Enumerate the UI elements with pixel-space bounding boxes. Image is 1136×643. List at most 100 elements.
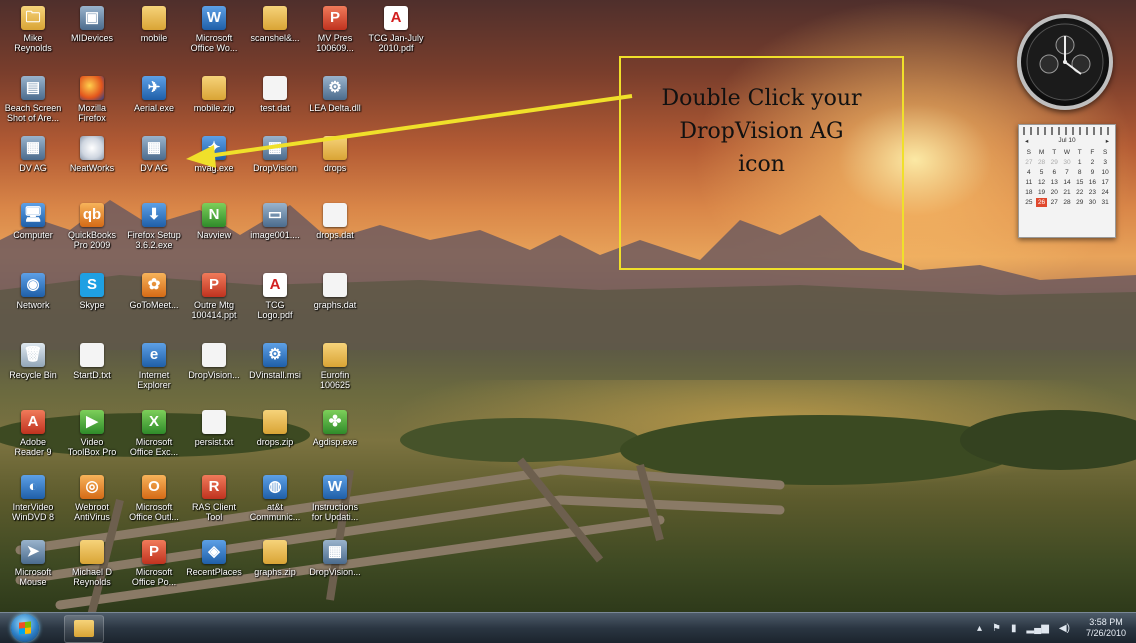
calendar-day[interactable]: 29 — [1074, 198, 1086, 207]
calendar-day[interactable]: 5 — [1036, 168, 1048, 177]
calendar-prev-icon[interactable]: ◂ — [1025, 137, 1028, 145]
desktop-icon[interactable]: ▦ DV AG — [124, 136, 184, 173]
desktop-icon[interactable]: drops — [305, 136, 365, 173]
desktop-icon[interactable]: e Internet Explorer — [124, 343, 184, 390]
desktop-icon[interactable]: mobile.zip — [184, 76, 244, 113]
show-hidden-icons-icon[interactable]: ▴ — [977, 623, 982, 634]
desktop-icon[interactable]: graphs.dat — [305, 273, 365, 310]
desktop-icon[interactable]: 🗑 Recycle Bin — [3, 343, 63, 380]
desktop-icon[interactable]: Mozilla Firefox — [62, 76, 122, 123]
desktop-icon[interactable]: A TCG Jan-July 2010.pdf — [366, 6, 426, 53]
desktop-icon[interactable]: Michael D Reynolds — [62, 540, 122, 587]
desktop-icon[interactable]: ◍ at&t Communic... — [245, 475, 305, 522]
calendar-day[interactable]: 6 — [1048, 168, 1060, 177]
calendar-day[interactable]: 28 — [1036, 158, 1048, 167]
desktop-icon[interactable]: persist.txt — [184, 410, 244, 447]
desktop-icon[interactable]: ▶ Video ToolBox Pro — [62, 410, 122, 457]
desktop-icon[interactable]: ✿ GoToMeet... — [124, 273, 184, 310]
clock-gadget[interactable] — [1017, 14, 1113, 110]
desktop-icon[interactable]: ◐ InterVideo WinDVD 8 — [3, 475, 63, 522]
desktop-icon[interactable]: X Microsoft Office Exc... — [124, 410, 184, 457]
desktop-icon[interactable]: ◈ RecentPlaces — [184, 540, 244, 577]
desktop-icon[interactable]: S Skype — [62, 273, 122, 310]
taskbar-explorer-button[interactable] — [64, 615, 104, 643]
desktop-icon[interactable]: ✈ Aerial.exe — [124, 76, 184, 113]
desktop-icon[interactable]: mobile — [124, 6, 184, 43]
calendar-next-icon[interactable]: ▸ — [1106, 137, 1109, 145]
desktop-icon[interactable]: ✤ Agdisp.exe — [305, 410, 365, 447]
desktop-icon[interactable]: P Outre Mtg 100414.ppt — [184, 273, 244, 320]
calendar-day[interactable]: 25 — [1023, 198, 1035, 207]
desktop-icon[interactable]: P Microsoft Office Po... — [124, 540, 184, 587]
calendar-day[interactable]: 23 — [1087, 188, 1099, 197]
desktop-icon[interactable]: drops.zip — [245, 410, 305, 447]
desktop-icon[interactable]: ➤ Microsoft Mouse — [3, 540, 63, 587]
volume-speaker-icon[interactable]: ◀) — [1059, 623, 1070, 634]
calendar-day[interactable]: 1 — [1074, 158, 1086, 167]
desktop-icon[interactable]: ✦ mvag.exe — [184, 136, 244, 173]
desktop-icon[interactable]: ▦ DropVision — [245, 136, 305, 173]
desktop-icon[interactable]: ◎ Webroot AntiVirus — [62, 475, 122, 522]
calendar-day[interactable]: 16 — [1087, 178, 1099, 187]
calendar-day[interactable]: 4 — [1023, 168, 1035, 177]
calendar-day[interactable]: 18 — [1023, 188, 1035, 197]
battery-power-icon[interactable]: ▮ — [1011, 623, 1017, 634]
calendar-day[interactable]: 26 — [1035, 198, 1048, 207]
desktop-icon[interactable]: Eurofin 100625 — [305, 343, 365, 390]
desktop-icon[interactable]: ▣ MIDevices — [62, 6, 122, 43]
calendar-day[interactable]: 12 — [1036, 178, 1048, 187]
start-button[interactable] — [11, 614, 39, 642]
desktop-icon[interactable]: NeatWorks — [62, 136, 122, 173]
calendar-day[interactable]: 31 — [1099, 198, 1111, 207]
calendar-day[interactable]: 8 — [1074, 168, 1086, 177]
desktop-icon[interactable]: ▦ DropVision... — [305, 540, 365, 577]
calendar-day[interactable]: 30 — [1087, 198, 1099, 207]
calendar-day[interactable]: 20 — [1048, 188, 1060, 197]
calendar-day[interactable]: 19 — [1036, 188, 1048, 197]
calendar-day[interactable]: 27 — [1048, 198, 1060, 207]
desktop-icon[interactable]: StartD.txt — [62, 343, 122, 380]
desktop-icon[interactable]: W Instructions for Updati... — [305, 475, 365, 522]
desktop-icon[interactable]: A Adobe Reader 9 — [3, 410, 63, 457]
desktop-icon[interactable]: R RAS Client Tool — [184, 475, 244, 522]
calendar-day[interactable]: 21 — [1061, 188, 1073, 197]
desktop-icon[interactable]: ◉ Network — [3, 273, 63, 310]
taskbar-clock[interactable]: 3:58 PM 7/26/2010 — [1086, 617, 1126, 639]
desktop-icon[interactable]: O Microsoft Office Outl... — [124, 475, 184, 522]
desktop-icon[interactable]: 🖥 Computer — [3, 203, 63, 240]
desktop-icon[interactable]: P MV Pres 100609... — [305, 6, 365, 53]
desktop-icon[interactable]: ⚙ LEA Delta.dll — [305, 76, 365, 113]
calendar-day[interactable]: 9 — [1087, 168, 1099, 177]
desktop-icon[interactable]: ▤ Beach Screen Shot of Are... — [3, 76, 63, 123]
desktop-icon[interactable]: ▦ DV AG — [3, 136, 63, 173]
network-signal-icon[interactable]: ▂▄▆ — [1026, 623, 1048, 634]
desktop-icon[interactable]: drops.dat — [305, 203, 365, 240]
calendar-day[interactable]: 11 — [1023, 178, 1035, 187]
desktop-icon[interactable]: scanshel&... — [245, 6, 305, 43]
desktop-icon[interactable]: DropVision... — [184, 343, 244, 380]
calendar-gadget[interactable]: ◂ Jul 10 ▸ S M T W T F S 27 28 29 30 1 2 3 4 5 6 7 8 9 10 11 1… — [1018, 124, 1116, 238]
calendar-day[interactable]: 3 — [1099, 158, 1111, 167]
calendar-day[interactable]: 22 — [1074, 188, 1086, 197]
action-center-flag-icon[interactable]: ⚑ — [992, 623, 1001, 634]
calendar-day[interactable]: 15 — [1074, 178, 1086, 187]
calendar-day[interactable]: 30 — [1061, 158, 1073, 167]
calendar-day[interactable]: 17 — [1099, 178, 1111, 187]
calendar-day[interactable]: 24 — [1099, 188, 1111, 197]
calendar-day[interactable]: 13 — [1048, 178, 1060, 187]
desktop-icon[interactable]: qb QuickBooks Pro 2009 — [62, 203, 122, 250]
calendar-day[interactable]: 28 — [1061, 198, 1073, 207]
desktop-icon[interactable]: ⚙ DVinstall.msi — [245, 343, 305, 380]
calendar-day[interactable]: 14 — [1061, 178, 1073, 187]
desktop-icon[interactable]: 🗀 Mike Reynolds — [3, 6, 63, 53]
calendar-day[interactable]: 7 — [1061, 168, 1073, 177]
desktop-icon[interactable]: A TCG Logo.pdf — [245, 273, 305, 320]
calendar-day[interactable]: 10 — [1099, 168, 1111, 177]
calendar-day[interactable]: 2 — [1087, 158, 1099, 167]
desktop-icon[interactable]: N Navview — [184, 203, 244, 240]
calendar-day[interactable]: 29 — [1048, 158, 1060, 167]
desktop-icon[interactable]: W Microsoft Office Wo... — [184, 6, 244, 53]
calendar-day[interactable]: 27 — [1023, 158, 1035, 167]
desktop-icon[interactable]: graphs.zip — [245, 540, 305, 577]
desktop-icon[interactable]: ▭ image001.... — [245, 203, 305, 240]
